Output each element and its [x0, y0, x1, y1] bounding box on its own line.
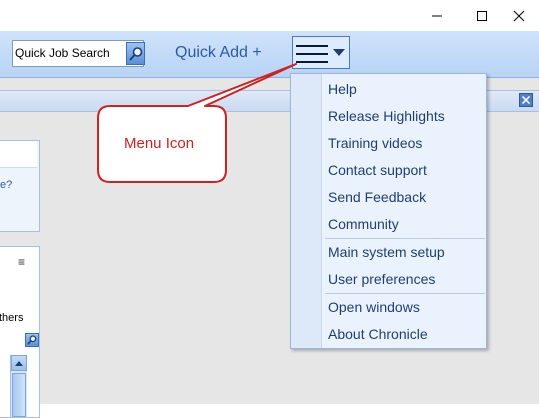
- left-widget-bottom: ≡ thers: [0, 246, 40, 418]
- menu-item-main-system-setup[interactable]: Main system setup: [328, 242, 445, 262]
- menu-gutter: [291, 74, 322, 348]
- widget-menu-icon[interactable]: ≡: [18, 255, 25, 269]
- widget-link-fragment[interactable]: e?: [0, 179, 12, 191]
- menu-item-send-feedback[interactable]: Send Feedback: [328, 187, 426, 207]
- menu-item-about-chronicle[interactable]: About Chronicle: [328, 324, 428, 344]
- search-button[interactable]: [126, 42, 145, 65]
- scroll-up-button[interactable]: [11, 355, 27, 371]
- widget-header: [0, 141, 37, 168]
- toolbar: Quick Add +: [0, 31, 539, 78]
- menu-item-help[interactable]: Help: [328, 79, 357, 99]
- menu-separator: [325, 293, 485, 294]
- menu-item-training-videos[interactable]: Training videos: [328, 133, 422, 153]
- menu-button[interactable]: [292, 36, 350, 69]
- menu-item-user-preferences[interactable]: User preferences: [328, 269, 435, 289]
- widget-text-fragment: thers: [0, 312, 24, 324]
- menu-item-contact-support[interactable]: Contact support: [328, 160, 427, 180]
- menu-item-open-windows[interactable]: Open windows: [328, 297, 420, 317]
- minimize-icon: [431, 15, 442, 16]
- hamburger-menu-icon: [296, 45, 328, 63]
- minimize-button[interactable]: [414, 0, 459, 31]
- callout-label: Menu Icon: [124, 135, 195, 152]
- scroll-thumb[interactable]: [12, 373, 26, 417]
- search-input[interactable]: [15, 44, 123, 62]
- widget-search-button[interactable]: [25, 333, 39, 347]
- search-icon: [27, 335, 37, 345]
- close-icon: [513, 10, 524, 21]
- scrollbar[interactable]: [10, 355, 27, 417]
- menu-item-release-highlights[interactable]: Release Highlights: [328, 106, 445, 126]
- menu-item-community[interactable]: Community: [328, 214, 399, 234]
- close-button[interactable]: [496, 0, 539, 31]
- chevron-down-icon: [333, 49, 345, 56]
- main-menu-dropdown: Help Release Highlights Training videos …: [290, 73, 487, 349]
- title-bar: [0, 0, 539, 31]
- panel-close-button[interactable]: [519, 93, 533, 107]
- menu-separator: [325, 238, 485, 239]
- quick-add-button[interactable]: Quick Add +: [175, 44, 262, 62]
- close-icon: [522, 96, 530, 104]
- search-icon: [129, 47, 143, 61]
- search-box: [12, 40, 145, 67]
- left-widget-top: e?: [0, 140, 40, 232]
- maximize-icon: [476, 10, 487, 21]
- chevron-up-icon: [15, 361, 23, 366]
